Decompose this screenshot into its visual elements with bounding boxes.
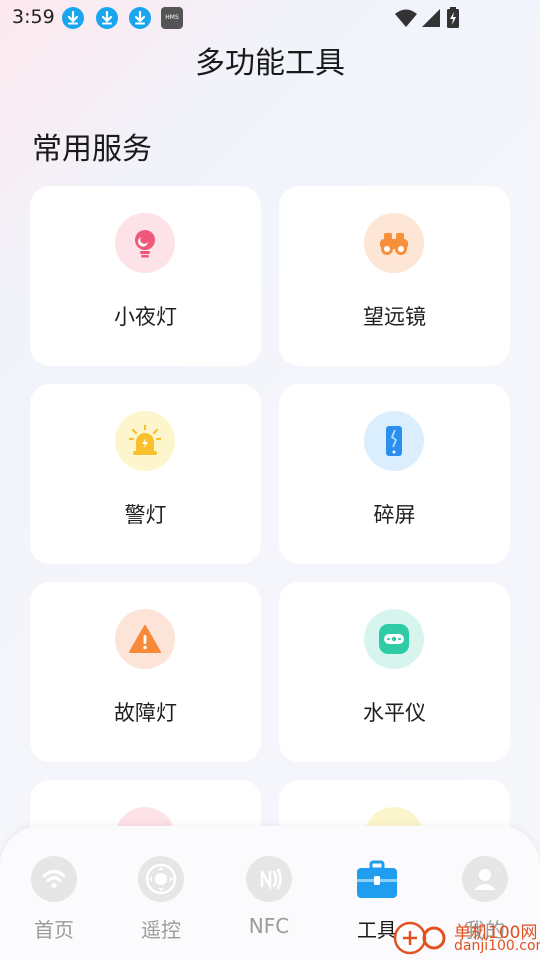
binoculars-icon	[364, 213, 424, 273]
download-icon	[129, 7, 151, 29]
download-icon	[62, 7, 84, 29]
service-label: 警灯	[124, 503, 167, 527]
service-card-night-lamp[interactable]: 小夜灯	[30, 186, 261, 366]
service-card-warning-light[interactable]: 故障灯	[30, 582, 261, 762]
tab-nfc[interactable]: NFC	[215, 826, 323, 960]
hms-icon: HMS	[161, 7, 183, 29]
service-label: 望远镜	[363, 305, 426, 329]
tab-remote[interactable]: 遥控	[107, 826, 215, 960]
wifi-icon	[31, 856, 77, 902]
signal-icon	[422, 9, 440, 27]
watermark-url: danji100.com	[454, 938, 540, 954]
tab-home[interactable]: 首页	[0, 826, 108, 960]
service-label: 碎屏	[373, 503, 416, 527]
service-card-alarm-light[interactable]: 警灯	[30, 384, 261, 564]
night-lamp-icon	[115, 213, 175, 273]
level-icon	[364, 609, 424, 669]
service-card-broken-screen[interactable]: 碎屏	[279, 384, 510, 564]
warning-icon	[115, 609, 175, 669]
service-label: 水平仪	[363, 701, 426, 725]
watermark-logo-icon	[393, 921, 446, 955]
page-title: 多功能工具	[195, 46, 345, 81]
remote-control-icon	[138, 856, 184, 902]
tab-label: NFC	[248, 914, 290, 938]
service-card-level[interactable]: 水平仪	[279, 582, 510, 762]
download-icon	[96, 7, 118, 29]
service-label: 小夜灯	[114, 305, 177, 329]
service-label: 故障灯	[114, 701, 177, 725]
wifi-icon	[395, 9, 417, 27]
service-card-binoculars[interactable]: 望远镜	[279, 186, 510, 366]
tab-label: 首页	[34, 918, 74, 942]
profile-icon	[462, 856, 508, 902]
section-title: 常用服务	[32, 132, 152, 167]
broken-screen-icon	[364, 411, 424, 471]
battery-icon	[447, 7, 459, 28]
tab-label: 遥控	[141, 918, 181, 942]
toolbox-icon	[354, 856, 400, 902]
status-bar: 3:59 HMS	[0, 0, 540, 36]
nfc-icon	[246, 856, 292, 902]
status-time: 3:59	[12, 6, 55, 28]
alarm-light-icon	[115, 411, 175, 471]
watermark: 单机100网 danji100.com	[392, 916, 540, 960]
